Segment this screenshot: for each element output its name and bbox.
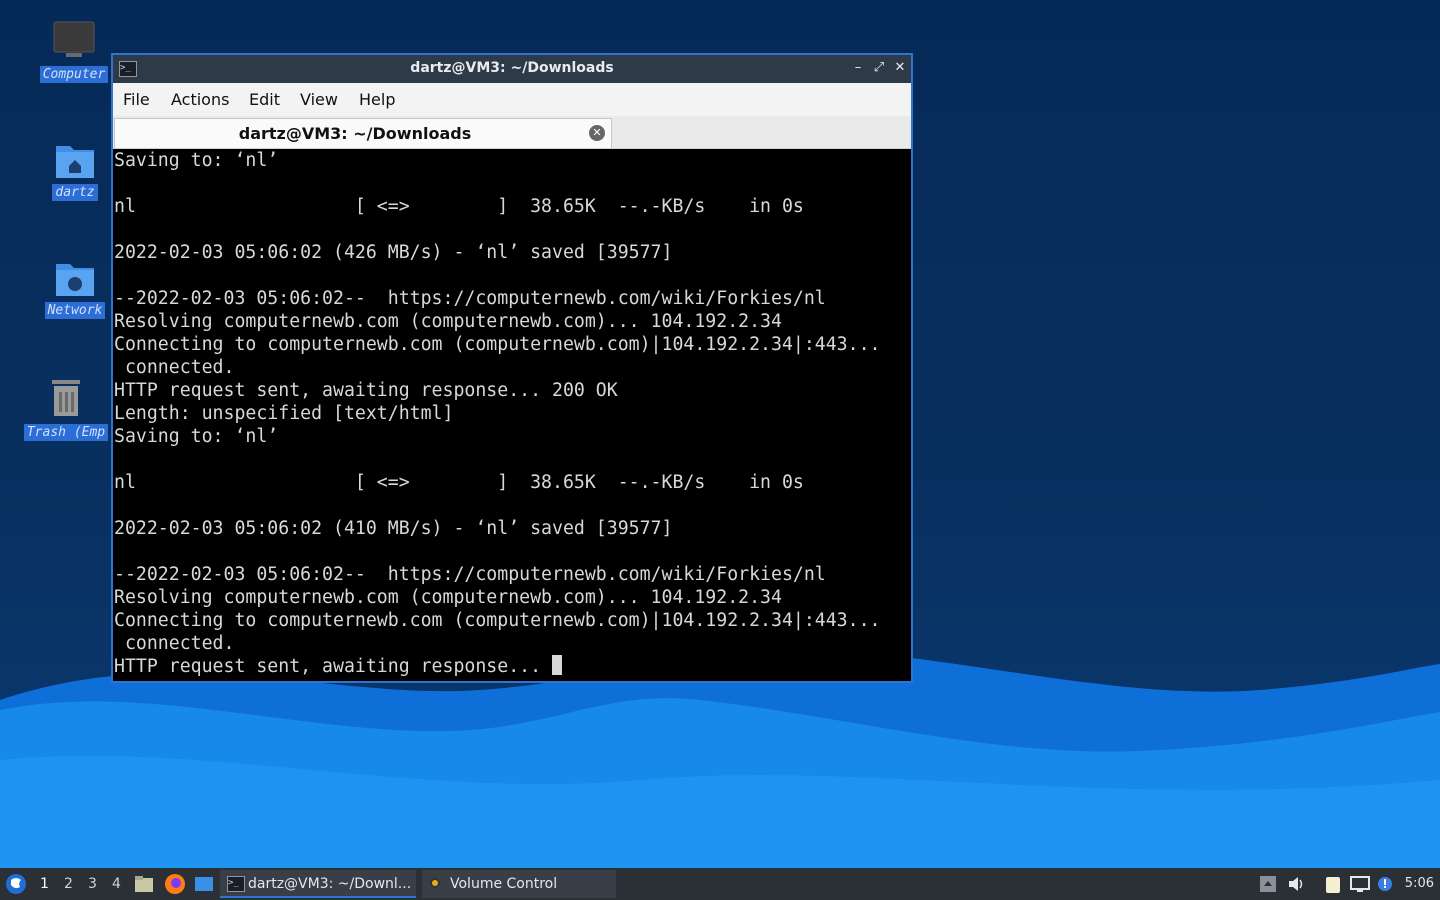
minimize-icon[interactable]: –	[849, 59, 867, 77]
monitor-icon	[53, 21, 95, 57]
firefox-icon[interactable]	[164, 873, 186, 895]
menu-view[interactable]: View	[300, 90, 338, 109]
menu-file[interactable]: File	[123, 90, 150, 109]
show-desktop-icon[interactable]	[194, 875, 214, 893]
terminal-line: Connecting to computernewb.com (computer…	[114, 610, 881, 631]
desktop-icon-computer[interactable]: Computer	[26, 20, 122, 83]
terminal-line: Length: unspecified [text/html]	[114, 403, 454, 424]
terminal-line: nl [ <=> ] 38.65K --.-KB/s in 0s	[114, 196, 804, 217]
desktop-icon-home[interactable]: dartz	[27, 140, 123, 201]
task-volume-control[interactable]: Volume Control	[422, 870, 616, 898]
menu-bar: File Actions Edit View Help	[113, 83, 911, 116]
desktop-icon-trash[interactable]: Trash (Emp	[14, 376, 118, 445]
workspace-3[interactable]: 3	[88, 876, 97, 892]
clipboard-icon[interactable]	[1323, 874, 1343, 894]
taskbar: 1 2 3 4 >_ dartz@VM3: ~/Downl... Volume …	[0, 868, 1440, 900]
workspace-1[interactable]: 1	[40, 876, 49, 892]
terminal-line: Saving to: ‘nl’	[114, 150, 279, 171]
workspace-2[interactable]: 2	[64, 876, 73, 892]
volume-control-icon	[430, 878, 440, 888]
terminal-icon: >_	[227, 876, 245, 892]
task-terminal[interactable]: >_ dartz@VM3: ~/Downl...	[220, 870, 416, 898]
window-title: dartz@VM3: ~/Downloads	[410, 60, 614, 76]
start-menu-icon[interactable]	[5, 873, 27, 895]
maximize-icon[interactable]: ⤢	[870, 59, 888, 77]
task-label: Volume Control	[450, 876, 558, 892]
terminal-line: Resolving computernewb.com (computernewb…	[114, 587, 782, 608]
terminal-line: nl [ <=> ] 38.65K --.-KB/s in 0s	[114, 472, 804, 493]
trash-icon	[52, 380, 80, 416]
terminal-line: --2022-02-03 05:06:02-- https://computer…	[114, 288, 826, 309]
menu-help[interactable]: Help	[359, 90, 395, 109]
window-titlebar[interactable]: >_ dartz@VM3: ~/Downloads – ⤢ ✕	[113, 55, 911, 83]
workspace-4[interactable]: 4	[112, 876, 121, 892]
desktop-icon-label: Network	[44, 302, 106, 319]
terminal-line: --2022-02-03 05:06:02-- https://computer…	[114, 564, 826, 585]
terminal-line: HTTP request sent, awaiting response... …	[114, 380, 618, 401]
tab-bar: dartz@VM3: ~/Downloads ✕	[113, 116, 911, 149]
terminal-line: connected.	[114, 633, 235, 654]
desktop-icon-network[interactable]: Network	[27, 258, 123, 319]
network-icon[interactable]	[1350, 874, 1370, 894]
terminal-line: Saving to: ‘nl’	[114, 426, 279, 447]
terminal-line: 2022-02-03 05:06:02 (426 MB/s) - ‘nl’ sa…	[114, 242, 673, 263]
task-label: dartz@VM3: ~/Downl...	[248, 876, 412, 892]
speaker-icon[interactable]	[1286, 874, 1306, 894]
desktop-icon-label: Trash (Emp	[23, 424, 109, 441]
close-icon[interactable]: ✕	[891, 59, 909, 77]
file-manager-icon[interactable]	[134, 875, 154, 893]
tab-downloads[interactable]: dartz@VM3: ~/Downloads ✕	[114, 118, 612, 148]
terminal-cursor	[552, 655, 562, 675]
terminal-line: Connecting to computernewb.com (computer…	[114, 334, 881, 355]
notification-icon[interactable]	[1375, 874, 1395, 894]
close-tab-icon[interactable]: ✕	[589, 125, 605, 141]
terminal-line: connected.	[114, 357, 235, 378]
desktop-icon-label: dartz	[52, 184, 98, 201]
tray-up-arrow-icon[interactable]	[1258, 874, 1278, 894]
desktop-icon-label: Computer	[39, 66, 109, 83]
menu-actions[interactable]: Actions	[171, 90, 229, 109]
tab-title: dartz@VM3: ~/Downloads	[238, 124, 472, 143]
terminal-line: Resolving computernewb.com (computernewb…	[114, 311, 782, 332]
terminal-line: 2022-02-03 05:06:02 (410 MB/s) - ‘nl’ sa…	[114, 518, 673, 539]
home-folder-icon	[56, 146, 94, 178]
terminal-window[interactable]: >_ dartz@VM3: ~/Downloads – ⤢ ✕ File Act…	[111, 53, 913, 683]
terminal-text: Saving to: ‘nl’ nl [ <=> ] 38.65K --.-KB…	[113, 149, 911, 678]
terminal-line: HTTP request sent, awaiting response...	[114, 656, 552, 677]
menu-edit[interactable]: Edit	[249, 90, 280, 109]
clock: 5:06	[1404, 876, 1434, 891]
terminal-output[interactable]: Saving to: ‘nl’ nl [ <=> ] 38.65K --.-KB…	[113, 149, 911, 681]
network-folder-icon	[56, 264, 94, 296]
